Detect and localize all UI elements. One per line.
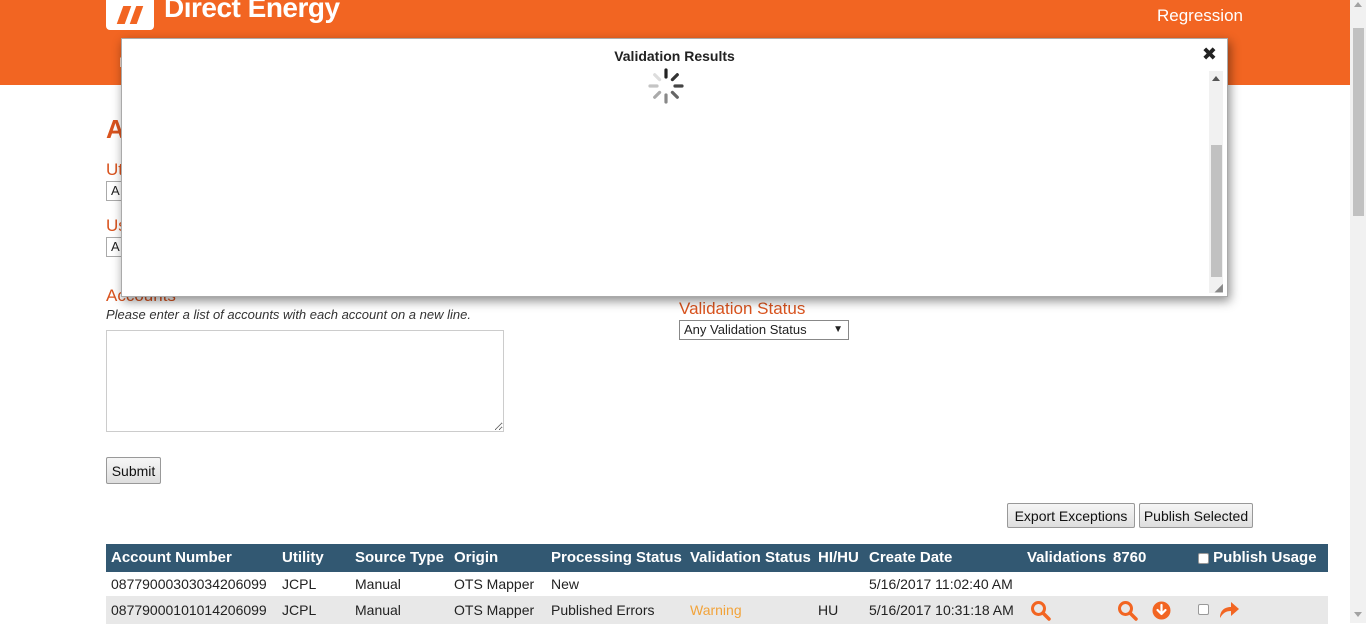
dropdown-arrow-icon: ▼	[833, 324, 843, 335]
hihu: HU	[818, 602, 839, 618]
utility: JCPL	[282, 576, 317, 592]
source-type: Manual	[355, 576, 401, 592]
processing-status: New	[551, 576, 580, 592]
brand-name: Direct Energy	[164, 0, 340, 23]
col-validation-status[interactable]: Validation Status	[690, 544, 811, 572]
close-icon[interactable]: ✖	[1202, 44, 1217, 65]
utility: JCPL	[282, 602, 317, 618]
col-utility[interactable]: Utility	[282, 544, 324, 572]
publish-usage-label: Publish Usage	[1213, 549, 1317, 566]
logo-mark-icon	[106, 0, 154, 30]
view-validations-search-icon[interactable]	[1030, 600, 1052, 622]
dialog-scrollbar[interactable]	[1209, 71, 1223, 293]
col-create-date[interactable]: Create Date	[869, 544, 952, 572]
export-exceptions-button[interactable]: Export Exceptions	[1007, 503, 1135, 528]
col-account-number[interactable]: Account Number	[111, 544, 232, 572]
validation-results-dialog: Validation Results ✖ ◢	[121, 38, 1228, 297]
col-8760[interactable]: 8760	[1113, 544, 1146, 572]
accounts-table: Account Number Utility Source Type Origi…	[106, 544, 1328, 624]
validation-status-label: Validation Status	[679, 299, 806, 318]
accounts-textarea[interactable]	[106, 330, 504, 432]
dialog-scroll-up-icon[interactable]	[1212, 76, 1220, 81]
processing-status: Published Errors	[551, 602, 655, 618]
create-date: 5/16/2017 10:31:18 AM	[869, 602, 1014, 618]
validation-status-value: Any Validation Status	[684, 322, 807, 337]
direct-energy-logo[interactable]: Direct Energy	[106, 0, 340, 32]
publish-selected-button[interactable]: Publish Selected	[1139, 503, 1253, 528]
table-header: Account Number Utility Source Type Origi…	[106, 544, 1328, 572]
col-publish-usage[interactable]: Publish Usage	[1198, 544, 1317, 572]
account-number[interactable]: 08779000101014206099	[111, 596, 267, 624]
publish-row-checkbox[interactable]	[1198, 604, 1209, 615]
col-origin[interactable]: Origin	[454, 544, 498, 572]
loading-spinner-icon	[648, 68, 684, 104]
scroll-down-arrow-icon[interactable]	[1354, 612, 1362, 617]
page-scrollbar[interactable]	[1350, 0, 1366, 623]
col-processing-status[interactable]: Processing Status	[551, 544, 682, 572]
col-validations[interactable]: Validations	[1027, 544, 1106, 572]
download-8760-icon[interactable]	[1152, 601, 1171, 620]
select-all-checkbox[interactable]	[1198, 552, 1209, 564]
submit-button[interactable]: Submit	[106, 457, 161, 484]
environment-label: Regression	[1157, 6, 1243, 25]
dialog-scroll-thumb[interactable]	[1211, 145, 1222, 277]
dialog-title: Validation Results	[614, 48, 735, 64]
publish-share-arrow-icon[interactable]	[1218, 601, 1240, 619]
origin: OTS Mapper	[454, 576, 535, 592]
validation-status-select[interactable]: Any Validation Status ▼	[679, 320, 849, 340]
table-row: 08779000303034206099 JCPL Manual OTS Map…	[106, 572, 1328, 596]
create-date: 5/16/2017 11:02:40 AM	[869, 576, 1013, 592]
view-8760-search-icon[interactable]	[1117, 600, 1139, 622]
resize-grip-icon[interactable]: ◢	[1215, 281, 1223, 294]
validation-status: Warning	[690, 602, 742, 618]
scroll-thumb[interactable]	[1353, 28, 1364, 216]
col-hihu[interactable]: HI/HU	[818, 544, 859, 572]
col-source-type[interactable]: Source Type	[355, 544, 444, 572]
accounts-help-text: Please enter a list of accounts with eac…	[106, 307, 471, 322]
table-row: 08779000101014206099 JCPL Manual OTS Map…	[106, 596, 1328, 624]
account-number[interactable]: 08779000303034206099	[111, 572, 267, 596]
scroll-up-arrow-icon[interactable]	[1354, 2, 1362, 7]
origin: OTS Mapper	[454, 602, 535, 618]
source-type: Manual	[355, 602, 401, 618]
